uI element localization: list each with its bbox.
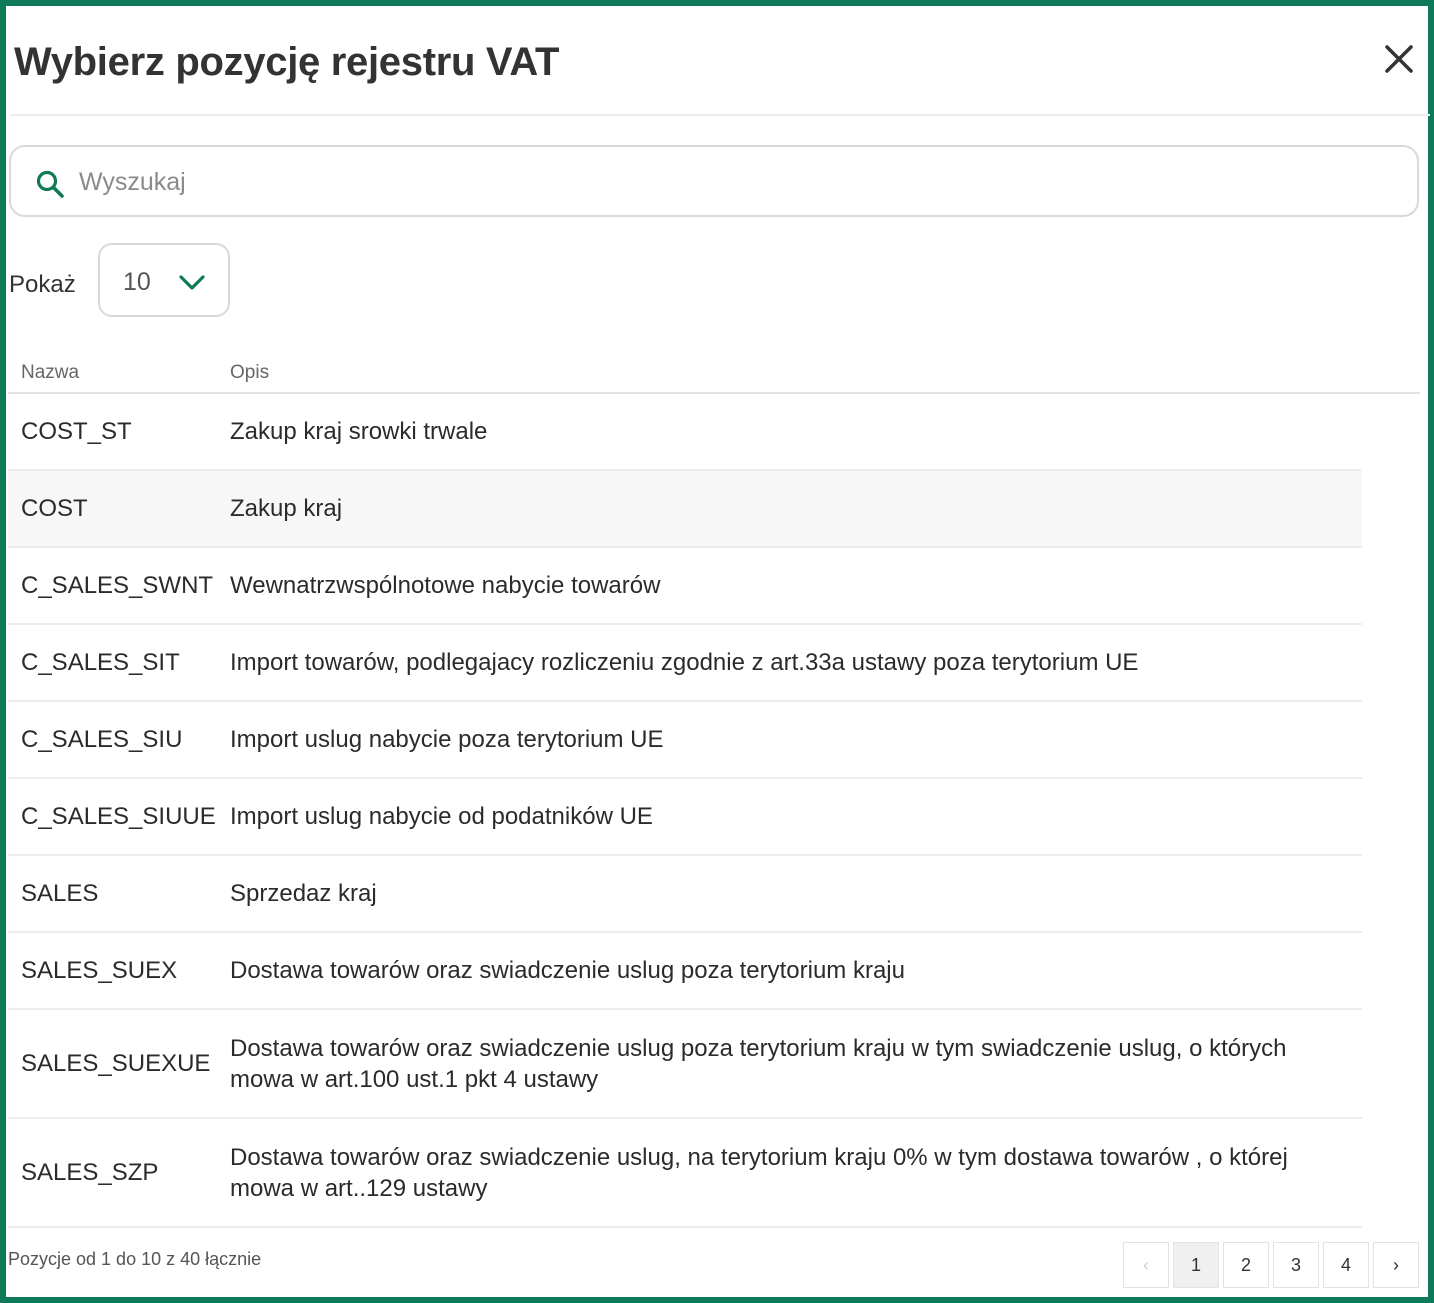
chevron-down-icon (179, 275, 205, 290)
cell-description: Dostawa towarów oraz swiadczenie uslug p… (230, 1034, 1287, 1093)
close-icon (1385, 45, 1413, 73)
pagination-page-2[interactable]: 2 (1223, 1242, 1269, 1288)
table-header: Nazwa Opis (8, 346, 1420, 394)
pagination-info: Pozycje od 1 do 10 z 40 łącznie (8, 1249, 262, 1269)
table-row[interactable]: COST Zakup kraj (8, 471, 1362, 548)
cell-description: Import uslug nabycie od podatników UE (230, 803, 653, 830)
table-row[interactable]: C_SALES_SWNT Wewnatrzwspólnotowe nabycie… (8, 548, 1362, 625)
cell-description: Dostawa towarów oraz swiadczenie uslug, … (230, 1143, 1288, 1202)
table-row[interactable]: C_SALES_SIUUE Import uslug nabycie od po… (8, 779, 1362, 856)
cell-name: SALES_SUEXUE (21, 1049, 211, 1077)
table-row[interactable]: SALES_SUEX Dostawa towarów oraz swiadcze… (8, 933, 1362, 1010)
table-row[interactable]: C_SALES_SIT Import towarów, podlegajacy … (8, 625, 1362, 702)
pagination: ‹ 1 2 3 4 › (1123, 1242, 1423, 1290)
cell-name: C_SALES_SIT (21, 648, 180, 676)
cell-name: C_SALES_SIU (21, 725, 183, 753)
cell-name: C_SALES_SIUUE (21, 802, 216, 830)
cell-description: Zakup kraj (230, 495, 343, 522)
pagination-page-1[interactable]: 1 (1173, 1242, 1219, 1288)
column-header-description: Opis (230, 362, 270, 383)
page-size-value: 10 (123, 268, 151, 296)
cell-description: Import towarów, podlegajacy rozliczeniu … (230, 649, 1139, 676)
page-size-label: Pokaż (9, 271, 76, 298)
search-box (9, 145, 1419, 217)
table-row[interactable]: COST_ST Zakup kraj srowki trwale (8, 394, 1362, 471)
cell-description: Import uslug nabycie poza terytorium UE (230, 726, 664, 753)
cell-description: Wewnatrzwspólnotowe nabycie towarów (230, 572, 661, 599)
table-body: COST_ST Zakup kraj srowki trwale COST Za… (8, 394, 1362, 1228)
dialog-header: Wybierz pozycję rejestru VAT (10, 6, 1430, 116)
cell-description: Dostawa towarów oraz swiadczenie uslug p… (230, 957, 905, 984)
cell-name: C_SALES_SWNT (21, 571, 214, 599)
cell-name: SALES_SUEX (21, 956, 178, 984)
cell-name: SALES_SZP (21, 1158, 159, 1186)
column-header-name: Nazwa (21, 362, 80, 383)
table-row[interactable]: SALES Sprzedaz kraj (8, 856, 1362, 933)
dialog-title: Wybierz pozycję rejestru VAT (14, 40, 560, 84)
chevron-right-icon: › (1393, 1254, 1399, 1275)
table-row[interactable]: C_SALES_SIU Import uslug nabycie poza te… (8, 702, 1362, 779)
cell-name: COST (21, 494, 88, 522)
cell-name: COST_ST (21, 417, 132, 445)
cell-description: Zakup kraj srowki trwale (230, 418, 488, 445)
pagination-page-3[interactable]: 3 (1273, 1242, 1319, 1288)
page-size-select[interactable]: 10 (98, 243, 230, 317)
chevron-left-icon: ‹ (1143, 1254, 1149, 1275)
pagination-prev-button[interactable]: ‹ (1123, 1242, 1169, 1288)
dialog: Wybierz pozycję rejestru VAT Pokaż 10 Na… (0, 0, 1434, 1303)
cell-description: Sprzedaz kraj (230, 880, 377, 907)
search-icon (36, 170, 64, 198)
pagination-page-4[interactable]: 4 (1323, 1242, 1369, 1288)
search-input[interactable] (77, 161, 1401, 203)
table-row[interactable]: SALES_SUEXUE Dostawa towarów oraz swiadc… (8, 1010, 1362, 1119)
vat-register-table: Nazwa Opis COST_ST Zakup kraj srowki trw… (8, 346, 1420, 1228)
close-button[interactable] (1380, 40, 1418, 78)
cell-name: SALES (21, 879, 99, 907)
table-row[interactable]: SALES_SZP Dostawa towarów oraz swiadczen… (8, 1119, 1362, 1228)
pagination-next-button[interactable]: › (1373, 1242, 1419, 1288)
